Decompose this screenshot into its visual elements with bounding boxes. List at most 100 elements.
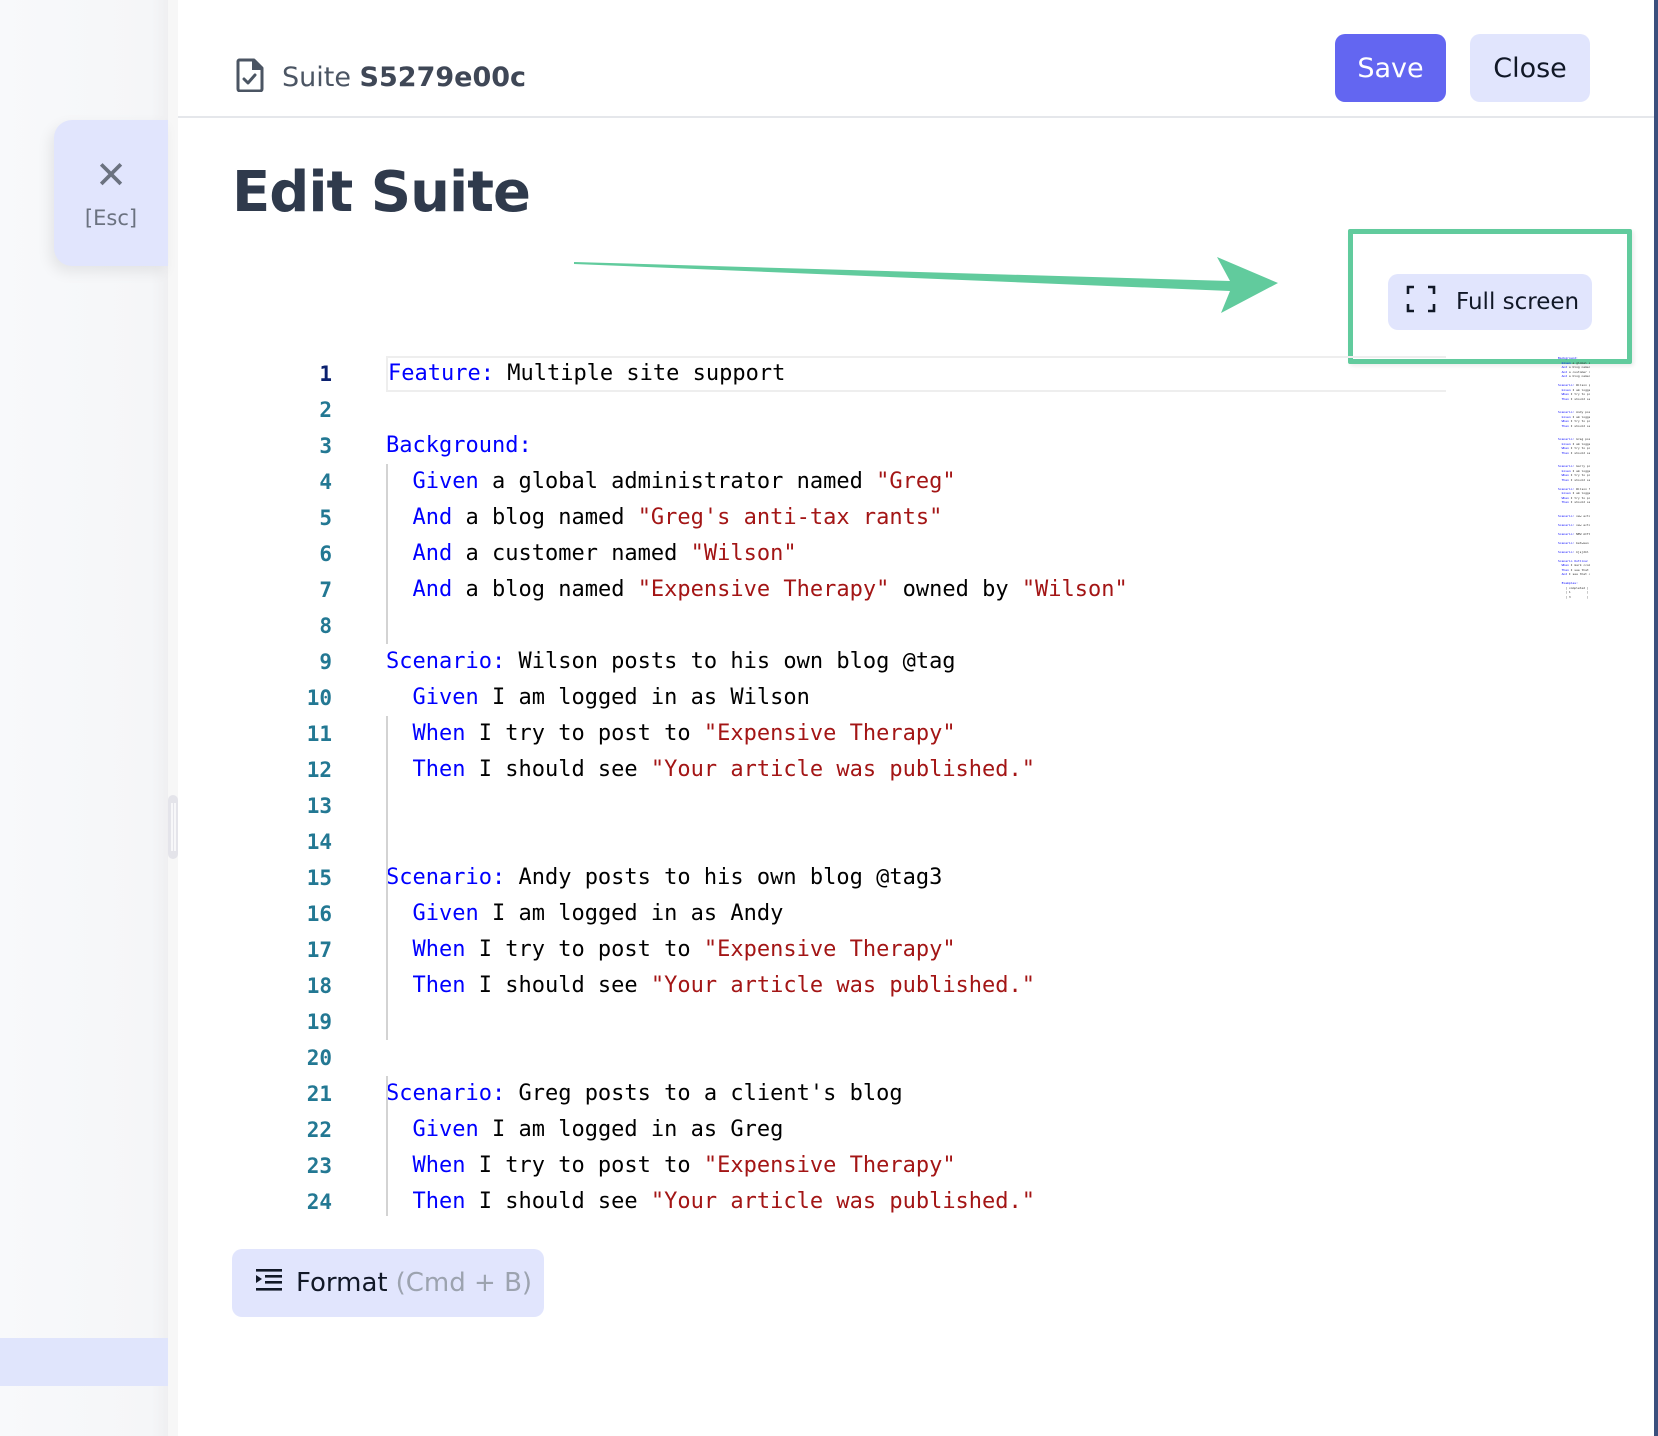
keyword-token: When: [412, 937, 466, 962]
text-token: I should see: [465, 973, 651, 998]
code-line[interactable]: [386, 788, 1446, 824]
fullscreen-button[interactable]: Full screen: [1388, 274, 1592, 330]
minimap[interactable]: Background: Given a global administrator…: [1558, 356, 1590, 1216]
line-number: 24: [306, 1190, 332, 1214]
code-line[interactable]: Then I should see "Your article was publ…: [386, 752, 1446, 788]
code-line[interactable]: [386, 608, 1446, 644]
code-lines[interactable]: Feature: Multiple site support Background…: [386, 356, 1446, 1216]
line-number-gutter: 1 2 3 4 5 6 7 8 9 10 11 12 13 14 15 16 17 18 19 20 21 22 23 24: [248, 356, 358, 1216]
text-token: I try to post to: [465, 937, 704, 962]
code-line[interactable]: When I try to post to "Expensive Therapy…: [386, 1148, 1446, 1184]
code-line[interactable]: When I try to post to "Expensive Therapy…: [386, 932, 1446, 968]
minimap-line: Scenario: NEW ACTOR: [1558, 531, 1590, 536]
code-line[interactable]: Then I should see "Your article was publ…: [386, 968, 1446, 1004]
line-number: 1: [319, 362, 332, 386]
suite-prefix: Suite: [282, 61, 351, 93]
line-number: 14: [306, 830, 332, 854]
code-line[interactable]: Given I am logged in as Greg: [386, 1112, 1446, 1148]
keyword-token: And: [412, 505, 453, 530]
keyword-token: Then: [412, 973, 466, 998]
edit-suite-panel: Suite S5279e00c Save Close Edit Suite Fu…: [178, 0, 1654, 1436]
indent-guide: [386, 1076, 388, 1216]
code-line[interactable]: Scenario: Wilson posts to his own blog @…: [386, 644, 1446, 680]
keyword-token: And: [412, 541, 453, 566]
text-token: a blog named: [452, 505, 638, 530]
line-number: 8: [319, 614, 332, 638]
text-token: owned by: [889, 577, 1022, 602]
save-button[interactable]: Save: [1335, 34, 1446, 102]
format-button[interactable]: Format (Cmd + B): [232, 1249, 544, 1317]
line-number: 23: [306, 1154, 332, 1178]
string-token: "Your article was published.": [650, 973, 1036, 998]
indent-guide: [386, 932, 388, 1040]
minimap-line: | 3 | 2 | 3 |: [1565, 594, 1589, 599]
minimap-line: And a blog named "Expensive Therapy" own…: [1561, 374, 1590, 378]
code-line[interactable]: [386, 1004, 1446, 1040]
code-line[interactable]: Given a global administrator named "Greg…: [386, 464, 1446, 500]
close-button[interactable]: Close: [1470, 34, 1590, 102]
format-label: Format: [296, 1268, 388, 1298]
minimap-line: Then I should see "Your article was publ…: [1561, 423, 1590, 428]
format-shortcut: (Cmd + B): [395, 1268, 533, 1298]
text-token: Greg posts to a client's blog: [505, 1081, 903, 1106]
fullscreen-label: Full screen: [1456, 289, 1580, 315]
string-token: "Expensive Therapy": [637, 577, 890, 602]
line-number: 13: [306, 794, 332, 818]
keyword-token: Scenario:: [386, 649, 506, 674]
code-line[interactable]: [386, 1040, 1446, 1076]
text-token: Wilson posts to his own blog @tag: [505, 649, 956, 674]
keyword-token: Given: [412, 469, 479, 494]
keyword-token: When: [412, 721, 466, 746]
minimap-line: Scenario: new actor3: [1558, 522, 1590, 527]
code-line[interactable]: And a customer named "Wilson": [386, 536, 1446, 572]
window-edge: [1654, 0, 1658, 1436]
code-line[interactable]: [386, 392, 1446, 428]
line-number: 4: [319, 470, 332, 494]
text-token: I am logged in as Greg: [478, 1117, 784, 1142]
line-number: 12: [306, 758, 332, 782]
minimap-line: Scenario: between tests: [1558, 540, 1589, 545]
minimap-line: Then I should see "Your article was publ…: [1561, 450, 1590, 455]
text-token: I try to post to: [465, 1153, 704, 1178]
code-line[interactable]: Given I am logged in as Andy: [386, 896, 1446, 932]
code-line[interactable]: Feature: Multiple site support: [386, 356, 1446, 392]
code-line[interactable]: Then I should see "Your article was publ…: [386, 1184, 1446, 1216]
code-line[interactable]: When I try to post to "Expensive Therapy…: [386, 716, 1446, 752]
code-line[interactable]: [386, 824, 1446, 860]
text-token: I should see: [465, 757, 651, 782]
code-line[interactable]: And a blog named "Expensive Therapy" own…: [386, 572, 1446, 608]
esc-label: [Esc]: [84, 206, 138, 230]
line-number: 2: [319, 398, 332, 422]
file-check-icon: [236, 58, 264, 96]
minimap-line: Then I should see "Your article was publ…: [1561, 477, 1590, 482]
esc-close-button[interactable]: ✕ [Esc]: [54, 120, 168, 266]
keyword-token: Scenario:: [386, 1081, 506, 1106]
keyword-token: Background:: [386, 433, 532, 458]
code-line[interactable]: Given I am logged in as Wilson: [386, 680, 1446, 716]
line-number: 9: [319, 650, 332, 674]
line-number: 19: [306, 1010, 332, 1034]
code-line[interactable]: Scenario: Andy posts to his own blog @ta…: [386, 860, 1446, 896]
keyword-token: Given: [412, 901, 479, 926]
background-selected-row: [0, 1338, 168, 1386]
keyword-token: And: [412, 577, 453, 602]
code-line[interactable]: And a blog named "Greg's anti-tax rants": [386, 500, 1446, 536]
keyword-token: Then: [412, 757, 466, 782]
string-token: "Wilson": [690, 541, 797, 566]
minimap-line: Scenario: new actor2: [1558, 513, 1590, 518]
line-number: 18: [306, 974, 332, 998]
code-line[interactable]: Scenario: Greg posts to a client's blog: [386, 1076, 1446, 1112]
code-editor[interactable]: 1 2 3 4 5 6 7 8 9 10 11 12 13 14 15 16 17 18 19 20 21 22 23 24 …: [248, 356, 1590, 1216]
line-number: 20: [306, 1046, 332, 1070]
keyword-token: Given: [412, 1117, 479, 1142]
resize-handle[interactable]: [168, 795, 178, 859]
indent-guide: [386, 716, 388, 932]
minimap-line: Then I should see "Hey! That's not your …: [1561, 500, 1590, 504]
text-token: a blog named: [452, 577, 638, 602]
code-line[interactable]: Background:: [386, 428, 1446, 464]
